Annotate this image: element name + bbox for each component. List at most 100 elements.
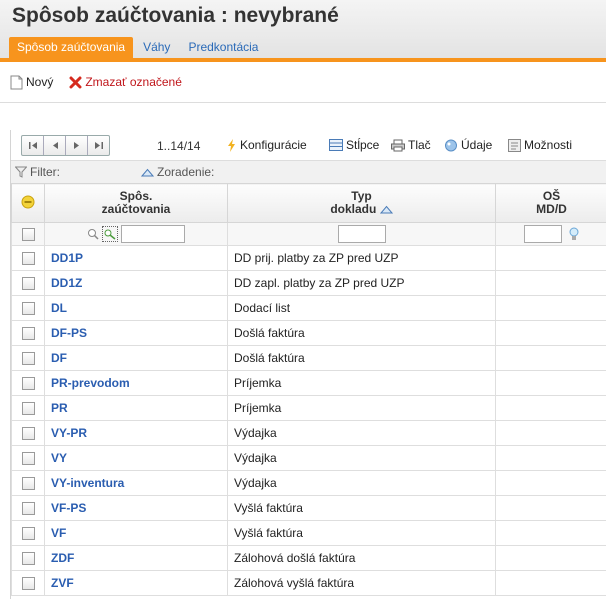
row-code-link[interactable]: VF [51, 526, 66, 540]
row-checkbox[interactable] [21, 527, 35, 541]
row-checkbox-cell [11, 520, 45, 546]
row-code-cell: DL [44, 295, 228, 321]
table-row[interactable]: ZVF Zálohová vyšlá faktúra [11, 570, 606, 596]
row-code-link[interactable]: DF-PS [51, 326, 87, 340]
row-code-link[interactable]: PR-prevodom [51, 376, 130, 390]
table-row[interactable]: VF-PS Vyšlá faktúra [11, 495, 606, 521]
row-type-cell: Vyšlá faktúra [227, 495, 496, 521]
next-page-button[interactable] [66, 136, 88, 155]
options-icon [508, 138, 521, 152]
row-type-cell: Príjemka [227, 395, 496, 421]
row-type-cell: Vyšlá faktúra [227, 520, 496, 546]
row-code-link[interactable]: VY [51, 451, 67, 465]
table-row[interactable]: DF Došlá faktúra [11, 345, 606, 371]
row-code-link[interactable]: DF [51, 351, 67, 365]
row-checkbox[interactable] [21, 552, 35, 566]
table-row[interactable]: ZDF Zálohová došlá faktúra [11, 545, 606, 571]
pager [21, 135, 110, 156]
delete-selected-button[interactable]: Zmazať označené [69, 72, 182, 92]
row-os-cell [495, 395, 606, 421]
header-document-type[interactable]: Typ dokladu [227, 183, 496, 223]
row-type-cell: Došlá faktúra [227, 345, 496, 371]
lightbulb-icon[interactable] [569, 227, 579, 241]
filter-code-cell [44, 222, 228, 246]
row-checkbox[interactable] [21, 452, 35, 466]
table-row[interactable]: VY-PR Výdajka [11, 420, 606, 446]
row-os-cell [495, 270, 606, 296]
columns-button[interactable]: Stĺpce [329, 138, 379, 152]
row-checkbox-cell [11, 345, 45, 371]
tab-weights[interactable]: Váhy [135, 37, 178, 58]
row-code-cell: ZVF [44, 570, 228, 596]
tab-posting-method[interactable]: Spôsob zaúčtovania [9, 37, 134, 58]
configurations-button[interactable]: Konfigurácie [227, 138, 307, 152]
header-posting-method-line2: zaúčtovania [101, 202, 171, 216]
table-row[interactable]: PR Príjemka [11, 395, 606, 421]
columns-label: Stĺpce [346, 138, 380, 152]
last-page-button[interactable] [88, 136, 109, 155]
tab-precontation[interactable]: Predkontácia [180, 37, 266, 58]
table-row[interactable]: DD1P DD prij. platby za ZP pred UZP [11, 245, 606, 271]
new-button[interactable]: Nový [10, 72, 53, 92]
table-row[interactable]: DF-PS Došlá faktúra [11, 320, 606, 346]
row-type-cell: Príjemka [227, 370, 496, 396]
row-code-link[interactable]: VY-inventura [51, 476, 124, 490]
row-checkbox[interactable] [21, 377, 35, 391]
row-code-link[interactable]: VF-PS [51, 501, 86, 515]
sort-button[interactable]: Zoradenie: [141, 165, 214, 179]
row-os-cell [495, 470, 606, 496]
row-code-link[interactable]: DD1P [51, 251, 83, 265]
row-checkbox[interactable] [21, 427, 35, 441]
row-checkbox[interactable] [21, 252, 35, 266]
filter-checkbox-cell [11, 222, 45, 246]
row-checkbox[interactable] [21, 477, 35, 491]
magnifier-icon[interactable] [87, 228, 99, 240]
row-code-link[interactable]: PR [51, 401, 68, 415]
table-row[interactable]: VY Výdajka [11, 445, 606, 471]
row-code-cell: VF [44, 520, 228, 546]
header-posting-method[interactable]: Spôs. zaúčtovania [44, 183, 228, 223]
row-code-link[interactable]: VY-PR [51, 426, 87, 440]
table-row[interactable]: VF Vyšlá faktúra [11, 520, 606, 546]
print-button[interactable]: Tlač [391, 138, 431, 152]
filter-bar: Filter: Zoradenie: [11, 160, 606, 183]
table-row[interactable]: DL Dodací list [11, 295, 606, 321]
row-code-link[interactable]: ZVF [51, 576, 74, 590]
row-code-link[interactable]: ZDF [51, 551, 74, 565]
row-code-link[interactable]: DD1Z [51, 276, 82, 290]
row-checkbox[interactable] [21, 502, 35, 516]
data-button[interactable]: Údaje [444, 138, 492, 152]
row-checkbox[interactable] [21, 402, 35, 416]
table-row[interactable]: PR-prevodom Príjemka [11, 370, 606, 396]
row-checkbox[interactable] [21, 327, 35, 341]
code-filter-input[interactable] [121, 225, 186, 243]
prev-page-button[interactable] [44, 136, 66, 155]
lightning-icon [228, 138, 235, 152]
header-document-type-line1: Typ [351, 189, 372, 203]
select-all-header[interactable] [11, 183, 45, 223]
header-os-md-d[interactable]: OŠ MD/D [495, 183, 606, 223]
row-checkbox-cell [11, 495, 45, 521]
row-type-cell: Výdajka [227, 445, 496, 471]
row-os-cell [495, 420, 606, 446]
filter-button[interactable]: Filter: [15, 165, 60, 179]
table-row[interactable]: VY-inventura Výdajka [11, 470, 606, 496]
prev-page-icon [52, 142, 58, 149]
table-row[interactable]: DD1Z DD zapl. platby za ZP pred UZP [11, 270, 606, 296]
options-label: Možnosti [524, 138, 573, 152]
tab-bar: Spôsob zaúčtovania Váhy Predkontácia [9, 37, 268, 58]
type-filter-input[interactable] [337, 225, 386, 243]
tab-underline [0, 58, 606, 62]
row-checkbox[interactable] [21, 302, 35, 316]
options-button[interactable]: Možnosti [508, 138, 572, 152]
filter-checkbox[interactable] [21, 228, 35, 242]
search-toggle-icon[interactable] [102, 226, 118, 242]
row-checkbox-cell [11, 570, 45, 596]
first-page-button[interactable] [22, 136, 44, 155]
row-checkbox[interactable] [21, 577, 35, 591]
os-filter-input[interactable] [523, 225, 562, 243]
row-checkbox[interactable] [21, 277, 35, 291]
row-checkbox[interactable] [21, 352, 35, 366]
row-code-link[interactable]: DL [51, 301, 67, 315]
row-code-cell: VY-inventura [44, 470, 228, 496]
